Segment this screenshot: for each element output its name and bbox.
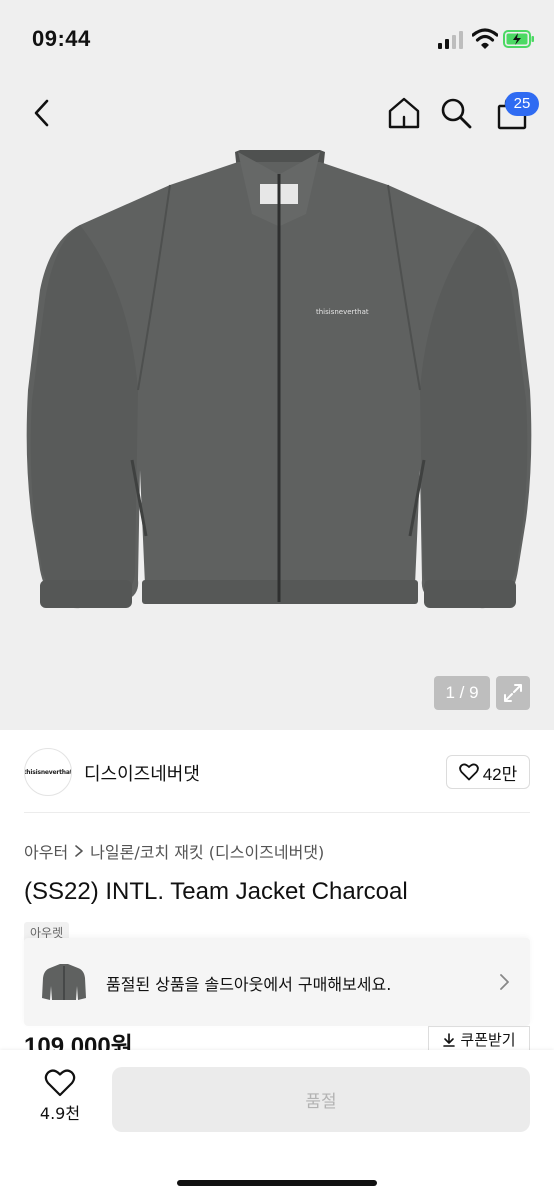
bottom-action-bar: 4.9천 품절 [0, 1050, 554, 1200]
status-time: 09:44 [32, 26, 91, 51]
home-button[interactable] [384, 91, 424, 135]
breadcrumb-subcategory[interactable]: 나일론/코치 재킷 (디스이즈네버댓) [90, 839, 324, 863]
product-image[interactable]: thisisneverthat [20, 140, 536, 620]
divider [24, 812, 530, 813]
brand-like-count: 42만 [482, 764, 518, 784]
product-title: (SS22) INTL. Team Jacket Charcoal [24, 878, 408, 905]
brand-logo-text: thisisneverthat [24, 768, 72, 776]
breadcrumb: 아우터 나일론/코치 재킷 (디스이즈네버댓) [24, 839, 324, 863]
chevron-right-icon [75, 845, 83, 857]
wishlist-button[interactable]: 4.9천 [22, 1068, 98, 1132]
chevron-left-icon [34, 99, 49, 127]
heart-icon [44, 1069, 76, 1097]
home-indicator [177, 1180, 377, 1186]
jacket-logo: thisisneverthat [316, 308, 369, 316]
signal-icon [438, 31, 463, 49]
back-button[interactable] [24, 93, 60, 133]
top-nav [0, 85, 554, 141]
download-icon [443, 1032, 456, 1047]
coupon-label: 쿠폰받기 [460, 1031, 516, 1049]
banner-text: 품절된 상품을 솔드아웃에서 구매해보세요. [106, 975, 392, 994]
coupon-button[interactable]: 쿠폰받기 [428, 1026, 530, 1052]
soldout-banner[interactable]: 품절된 상품을 솔드아웃에서 구매해보세요. [24, 938, 530, 1026]
home-icon [388, 97, 420, 129]
soldout-button[interactable]: 품절 [112, 1067, 530, 1132]
status-bar: 09:44 [0, 0, 554, 80]
product-price: 109,000원 [24, 1033, 133, 1052]
chevron-right-icon [500, 974, 509, 990]
search-icon [441, 98, 472, 129]
expand-button[interactable] [496, 676, 530, 710]
heart-icon [458, 763, 479, 781]
expand-icon [504, 684, 522, 702]
wifi-icon [472, 28, 498, 49]
search-button[interactable] [436, 91, 476, 135]
cart-count-badge: 25 [505, 92, 539, 116]
brand-name[interactable]: 디스이즈네버댓 [84, 760, 200, 786]
brand-row: thisisneverthat 디스이즈네버댓 42만 [0, 740, 554, 812]
brand-logo[interactable]: thisisneverthat [24, 748, 72, 796]
brand-like-button[interactable]: 42만 [446, 755, 530, 789]
battery-icon [503, 30, 534, 48]
wishlist-count: 4.9천 [39, 1104, 81, 1123]
banner-product-thumbnail [42, 964, 86, 1000]
product-gallery[interactable]: 09:44 25 thisisneverthat 1 / 9 [0, 0, 554, 730]
breadcrumb-category[interactable]: 아우터 [24, 839, 68, 863]
image-counter: 1 / 9 [434, 676, 490, 710]
